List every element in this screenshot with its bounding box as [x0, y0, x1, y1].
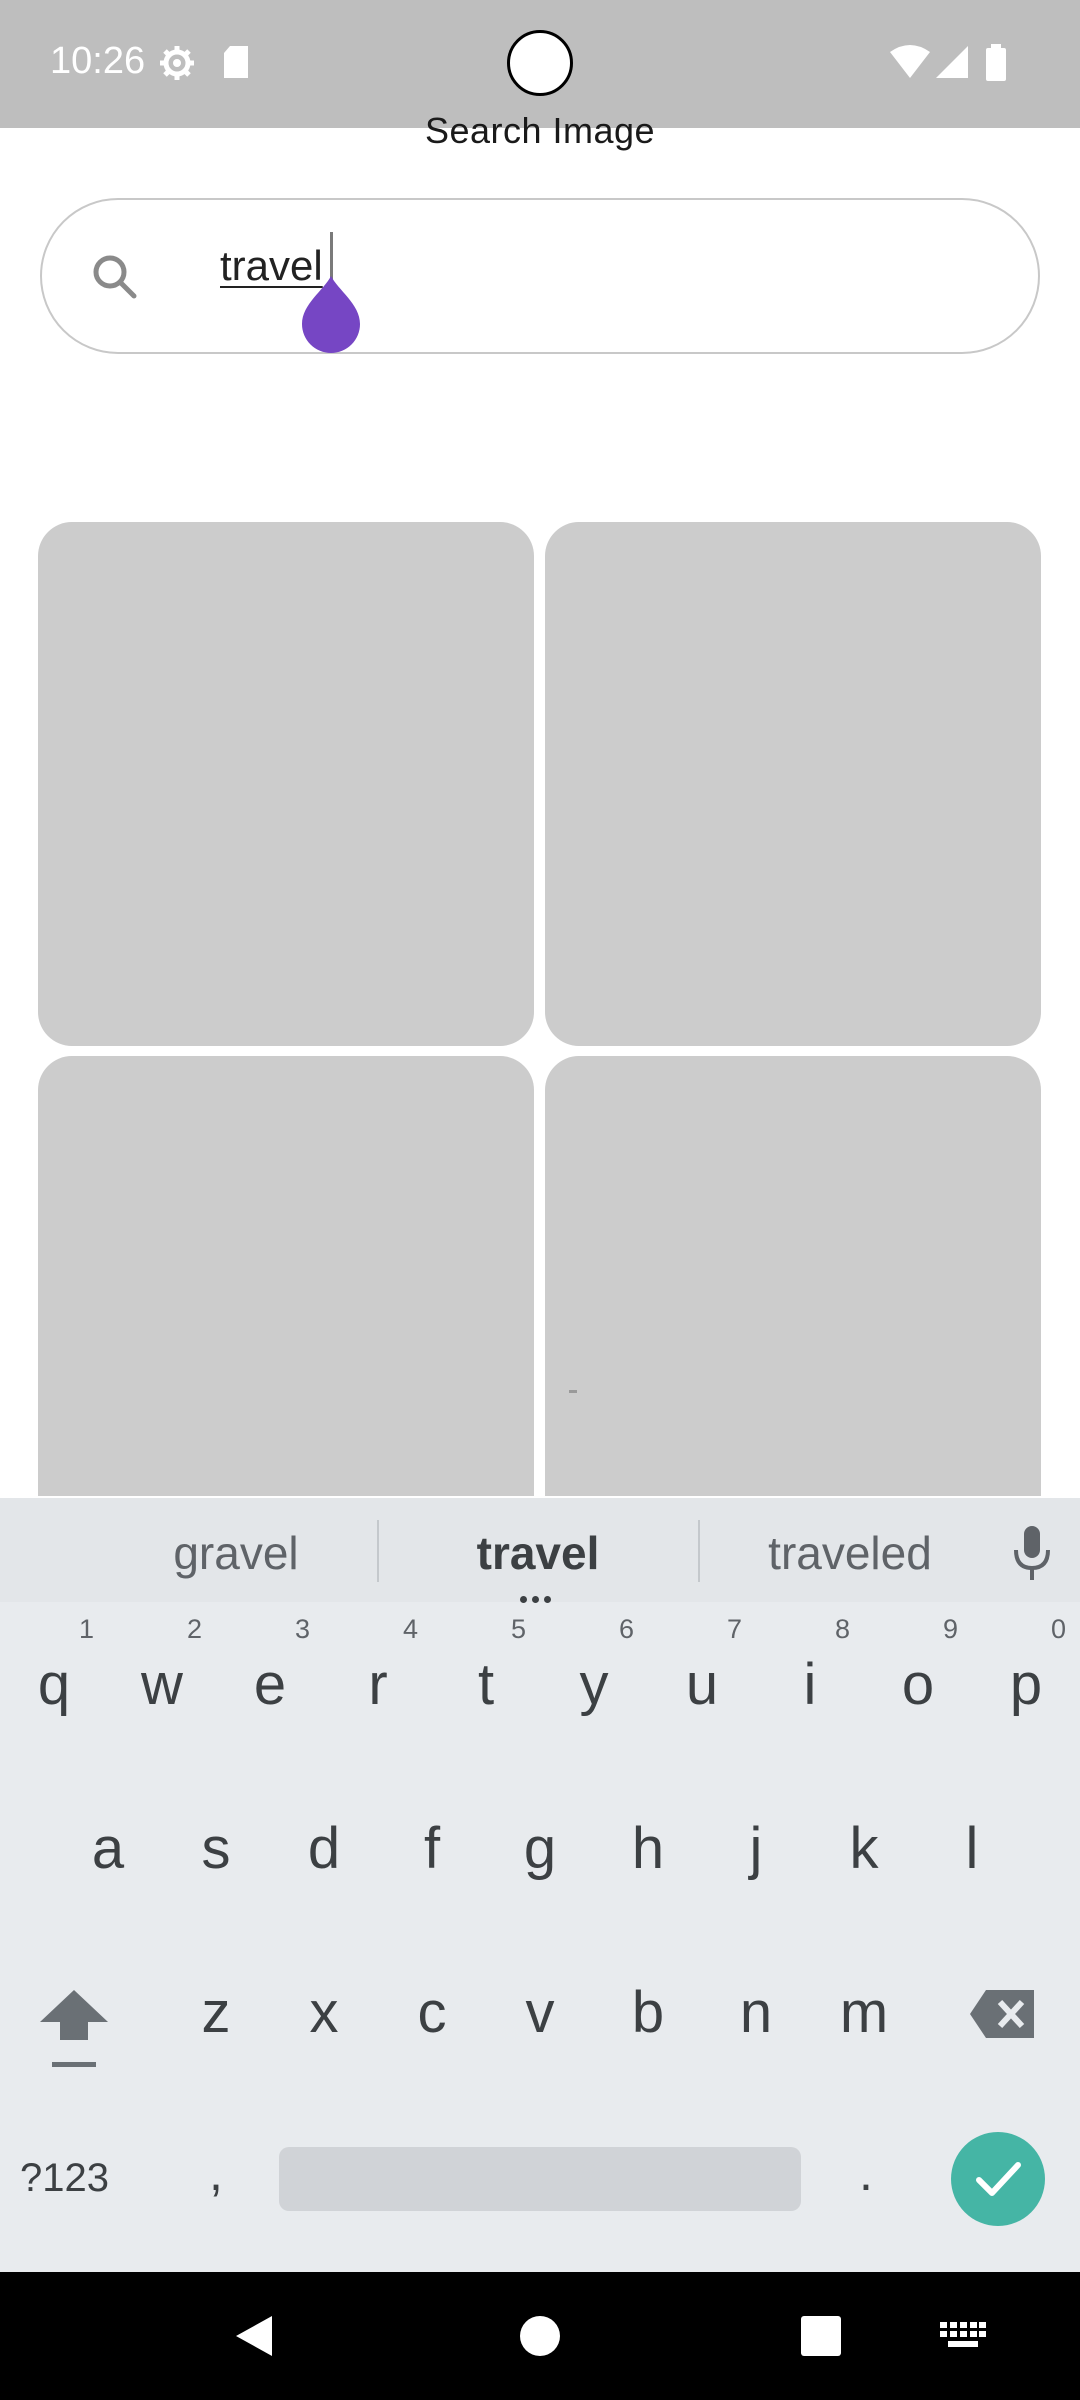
home-icon[interactable] [520, 2316, 560, 2356]
key-hint: 6 [618, 1614, 634, 1644]
microphone-icon[interactable] [1012, 1524, 1052, 1582]
key-label: u [685, 1652, 719, 1717]
keyboard-switch-icon[interactable] [940, 2322, 986, 2350]
key-f[interactable]: f [378, 1774, 486, 1924]
search-icon[interactable] [88, 250, 144, 306]
image-result-tile[interactable] [38, 1056, 534, 1496]
suggestion-traveled[interactable]: traveled [700, 1498, 1000, 1602]
space-key[interactable] [279, 2147, 801, 2211]
key-hint: 1 [78, 1614, 94, 1644]
comma-key[interactable]: , [186, 2128, 246, 2218]
key-hint: 4 [402, 1614, 418, 1644]
symbols-key[interactable]: ?123 [20, 2148, 140, 2208]
key-j[interactable]: j [702, 1774, 810, 1924]
key-label: r [368, 1652, 388, 1717]
wifi-icon [890, 45, 930, 78]
cell-signal-icon [936, 46, 968, 78]
key-hint: 7 [726, 1614, 742, 1644]
suggestion-strip: gravel travel traveled [0, 1498, 1080, 1603]
key-c[interactable]: c [378, 1938, 486, 2088]
key-label: o [901, 1652, 935, 1717]
more-suggestions-dots[interactable] [520, 1590, 560, 1603]
back-icon[interactable] [232, 2312, 276, 2360]
status-bar: 10:26 [0, 0, 1080, 128]
key-d[interactable]: d [270, 1774, 378, 1924]
image-result-tile[interactable] [545, 1056, 1041, 1496]
enter-key[interactable] [951, 2132, 1045, 2226]
key-u[interactable]: u7 [648, 1610, 756, 1760]
sd-card-icon [224, 46, 248, 78]
key-label: y [579, 1652, 609, 1717]
key-hint: 5 [510, 1614, 526, 1644]
shift-icon[interactable] [24, 1974, 124, 2084]
soft-keyboard: gravel travel traveled q1 w2 e3 r4 t5 y6… [0, 1498, 1080, 2272]
period-key[interactable]: . [836, 2128, 896, 2218]
key-hint: 8 [834, 1614, 850, 1644]
key-hint: 0 [1050, 1614, 1066, 1644]
suggestion-divider [377, 1520, 379, 1582]
checkmark-icon [976, 2162, 1021, 2196]
key-v[interactable]: v [486, 1938, 594, 2088]
navigation-bar [0, 2272, 1080, 2400]
key-b[interactable]: b [594, 1938, 702, 2088]
key-s[interactable]: s [162, 1774, 270, 1924]
text-selection-handle[interactable] [300, 276, 362, 354]
key-label: w [141, 1652, 183, 1717]
key-label: t [477, 1652, 495, 1717]
backspace-icon[interactable] [968, 1984, 1038, 2044]
search-bar[interactable]: travel [40, 198, 1040, 354]
image-result-tile[interactable] [38, 522, 534, 1046]
camera-cutout [507, 30, 573, 96]
key-q[interactable]: q1 [0, 1610, 108, 1760]
key-t[interactable]: t5 [432, 1610, 540, 1760]
recents-icon[interactable] [801, 2316, 841, 2356]
key-label: p [1009, 1652, 1043, 1717]
key-hint: 9 [942, 1614, 958, 1644]
key-l[interactable]: l [918, 1774, 1026, 1924]
key-h[interactable]: h [594, 1774, 702, 1924]
status-time: 10:26 [50, 40, 146, 82]
key-k[interactable]: k [810, 1774, 918, 1924]
suggestion-gravel[interactable]: gravel [86, 1498, 386, 1602]
suggestion-travel[interactable]: travel [388, 1498, 688, 1602]
key-e[interactable]: e3 [216, 1610, 324, 1760]
key-n[interactable]: n [702, 1938, 810, 2088]
key-o[interactable]: o9 [864, 1610, 972, 1760]
key-x[interactable]: x [270, 1938, 378, 2088]
key-i[interactable]: i8 [756, 1610, 864, 1760]
key-label: i [803, 1652, 817, 1717]
key-m[interactable]: m [810, 1938, 918, 2088]
key-a[interactable]: a [54, 1774, 162, 1924]
settings-gear-icon [160, 46, 194, 80]
key-hint: 3 [294, 1614, 310, 1644]
image-result-tile[interactable] [545, 522, 1041, 1046]
page-title: Search Image [424, 110, 656, 151]
tile-placeholder-mark [569, 1390, 577, 1393]
key-w[interactable]: w2 [108, 1610, 216, 1760]
battery-icon [986, 44, 1006, 81]
key-label: q [37, 1652, 71, 1717]
key-z[interactable]: z [162, 1938, 270, 2088]
key-g[interactable]: g [486, 1774, 594, 1924]
key-y[interactable]: y6 [540, 1610, 648, 1760]
key-p[interactable]: p0 [972, 1610, 1080, 1760]
key-hint: 2 [186, 1614, 202, 1644]
key-label: e [253, 1652, 287, 1717]
key-r[interactable]: r4 [324, 1610, 432, 1760]
